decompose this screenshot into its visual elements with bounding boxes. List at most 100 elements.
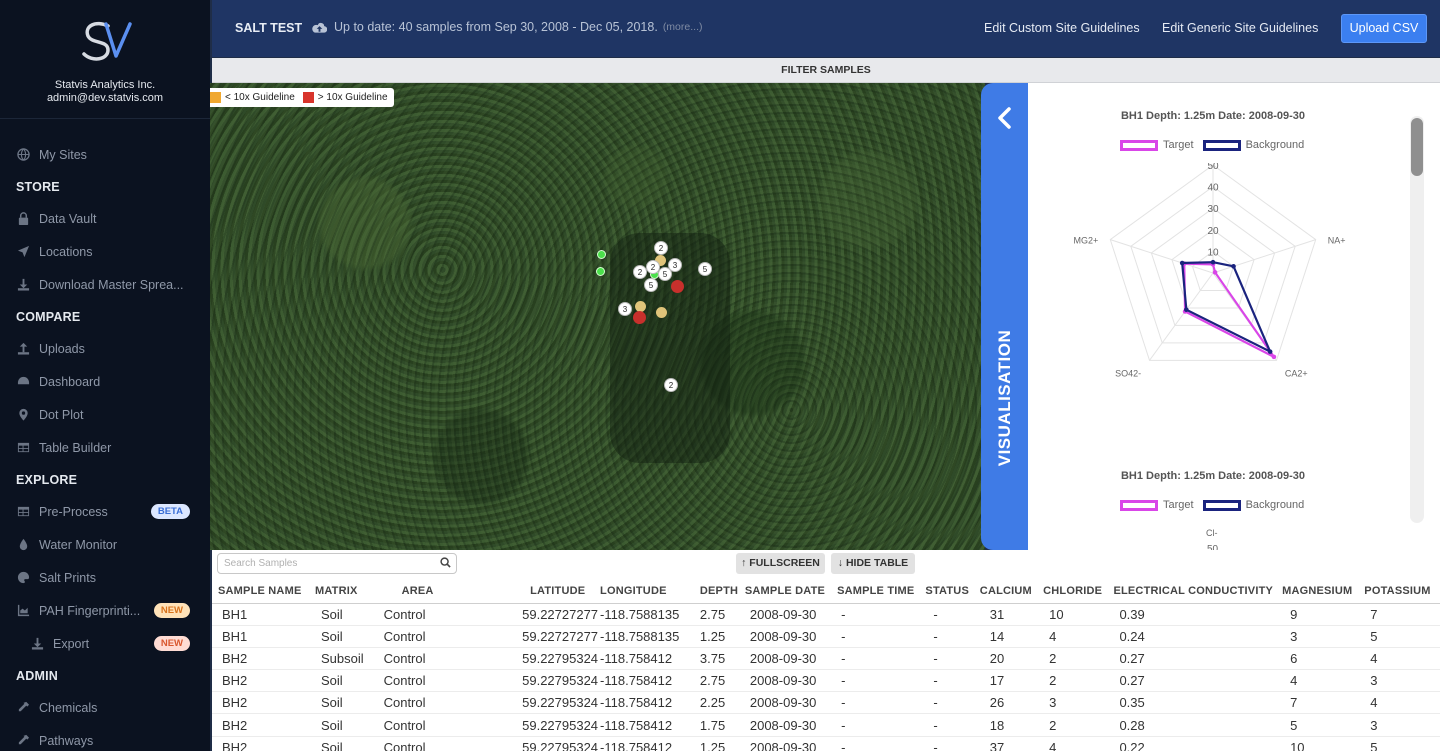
- radar-axis-label: MG2+: [1074, 236, 1099, 246]
- table-cell: 59.22727277: [470, 603, 599, 626]
- column-header[interactable]: POTASSIUM: [1364, 579, 1440, 604]
- new-badge: NEW: [153, 603, 190, 618]
- column-header[interactable]: MAGNESIUM: [1282, 579, 1365, 604]
- map-cluster-marker[interactable]: 3: [618, 302, 632, 316]
- scrollbar-track[interactable]: [1410, 116, 1424, 523]
- table-cell: -: [925, 691, 980, 715]
- hide-table-button[interactable]: ↓ HIDE TABLE: [831, 553, 915, 574]
- column-header[interactable]: CALCIUM: [979, 579, 1044, 604]
- table-cell: 4: [1282, 669, 1365, 693]
- column-header[interactable]: DEPTH: [693, 579, 745, 604]
- satellite-map[interactable]: < 10x Guideline > 10x Guideline 2 2 2 3 …: [210, 83, 985, 550]
- statvis-logo[interactable]: [78, 18, 134, 64]
- sidebar-item-my-sites[interactable]: My Sites: [0, 138, 210, 171]
- sidebar-item-download-master[interactable]: Download Master Sprea...: [0, 268, 210, 301]
- filter-samples-bar[interactable]: FILTER SAMPLES: [212, 58, 1440, 83]
- table-row[interactable]: BH1 Soil Control 59.22727277 -118.7588135 2.7…: [212, 603, 1440, 626]
- table-cell: 7: [1364, 603, 1440, 626]
- table-cell: 2: [1043, 669, 1114, 693]
- table-cell: Control: [379, 647, 471, 671]
- map-marker[interactable]: [597, 250, 606, 259]
- column-header[interactable]: SAMPLE NAME: [212, 579, 315, 604]
- sidebar-item-salt-prints[interactable]: Salt Prints: [0, 561, 210, 594]
- table-cell: 59.22795324: [470, 691, 599, 715]
- column-header[interactable]: LATITUDE: [470, 579, 599, 604]
- edit-custom-guidelines-link[interactable]: Edit Custom Site Guidelines: [984, 21, 1140, 35]
- water-drop-icon: [16, 538, 30, 552]
- sidebar-item-label: Dot Plot: [39, 407, 84, 422]
- sidebar-item-dot-plot[interactable]: Dot Plot: [0, 398, 210, 431]
- visualisation-tab[interactable]: VISUALISATION: [981, 83, 1028, 550]
- map-cluster-marker[interactable]: 5: [644, 278, 658, 292]
- table-cell: -: [925, 736, 980, 751]
- table-cell: -: [837, 736, 926, 751]
- sidebar-item-pathways[interactable]: Pathways: [0, 724, 210, 751]
- map-cluster-marker[interactable]: 5: [698, 262, 712, 276]
- column-header[interactable]: LONGITUDE: [598, 579, 694, 604]
- column-header[interactable]: STATUS: [925, 579, 980, 604]
- search-samples-input[interactable]: [217, 553, 457, 574]
- sidebar-item-chemicals[interactable]: Chemicals: [0, 691, 210, 724]
- location-arrow-icon: [16, 245, 30, 259]
- sidebar-item-uploads[interactable]: Uploads: [0, 332, 210, 365]
- table-cell: Subsoil: [314, 647, 380, 671]
- map-marker[interactable]: [671, 280, 684, 293]
- table-row[interactable]: BH1 Soil Control 59.22727277 -118.7588135 1.2…: [212, 625, 1440, 648]
- table-cell: 3: [1043, 691, 1114, 715]
- sidebar-item-pre-process[interactable]: Pre-Process BETA: [0, 495, 210, 528]
- table-cell: 0.27: [1113, 669, 1283, 693]
- table-cell: BH2: [212, 647, 315, 671]
- legend-swatch-target: [1120, 499, 1158, 511]
- section-heading-compare: COMPARE: [16, 309, 81, 324]
- sidebar-item-locations[interactable]: Locations: [0, 235, 210, 268]
- sidebar-item-pah-fingerprinting[interactable]: PAH Fingerprinti... NEW: [0, 594, 210, 627]
- map-cluster-marker[interactable]: 2: [664, 378, 678, 392]
- column-header[interactable]: AREA: [379, 579, 471, 604]
- fullscreen-button[interactable]: ↑ FULLSCREEN: [736, 553, 825, 574]
- table-row[interactable]: BH2 Soil Control 59.22795324 -118.758412 2.25…: [212, 691, 1440, 715]
- more-link[interactable]: (more...): [663, 21, 703, 33]
- table-row[interactable]: BH2 Soil Control 59.22795324 -118.758412 1.75…: [212, 713, 1440, 737]
- column-header[interactable]: SAMPLE DATE: [744, 579, 838, 604]
- sidebar-item-table-builder[interactable]: Table Builder: [0, 431, 210, 464]
- table-cell: 2.75: [693, 603, 745, 626]
- map-marker[interactable]: [633, 311, 646, 324]
- map-cluster-marker[interactable]: 2: [654, 241, 668, 255]
- column-header[interactable]: SAMPLE TIME: [837, 579, 926, 604]
- download-icon: [30, 637, 44, 651]
- map-marker[interactable]: [596, 267, 605, 276]
- table-cell: -: [925, 669, 980, 693]
- column-header[interactable]: ELECTRICAL CONDUCTIVITY: [1113, 579, 1283, 604]
- table-row[interactable]: BH2 Subsoil Control 59.22795324 -118.758412 3…: [212, 647, 1440, 671]
- legend-swatch-lt: [210, 92, 221, 103]
- table-cell: Soil: [314, 603, 380, 626]
- column-header[interactable]: CHLORIDE: [1043, 579, 1114, 604]
- visualisation-tab-label: VISUALISATION: [995, 329, 1014, 467]
- edit-generic-guidelines-link[interactable]: Edit Generic Site Guidelines: [1162, 21, 1318, 35]
- sidebar-item-data-vault[interactable]: Data Vault: [0, 202, 210, 235]
- column-header[interactable]: MATRIX: [314, 579, 380, 604]
- map-cluster-marker[interactable]: 2: [633, 265, 647, 279]
- map-cluster-marker[interactable]: 5: [658, 267, 672, 281]
- scrollbar-thumb[interactable]: [1411, 118, 1423, 176]
- table-row[interactable]: BH2 Soil Control 59.22795324 -118.758412 2.75…: [212, 669, 1440, 693]
- table-cell: 3.75: [693, 647, 745, 671]
- sidebar-item-export[interactable]: Export NEW: [0, 627, 210, 660]
- sidebar-item-label: Pre-Process: [39, 504, 108, 519]
- radar-point: [1210, 259, 1216, 265]
- chart-title: BH1 Depth: 1.25m Date: 2008-09-30: [1120, 470, 1306, 482]
- map-marker[interactable]: [656, 307, 667, 318]
- hide-table-label: HIDE TABLE: [845, 557, 909, 569]
- sidebar-item-water-monitor[interactable]: Water Monitor: [0, 528, 210, 561]
- chevron-left-icon[interactable]: [992, 105, 1018, 131]
- search-icon[interactable]: [440, 557, 451, 568]
- company-name: Statvis Analytics Inc.: [54, 79, 156, 91]
- radar-point: [1179, 260, 1185, 266]
- table-icon: [16, 441, 30, 455]
- table-cell: -: [925, 625, 980, 648]
- upload-csv-button[interactable]: Upload CSV: [1341, 14, 1427, 43]
- table-cell: 1.25: [693, 625, 745, 648]
- sidebar-item-dashboard[interactable]: Dashboard: [0, 365, 210, 398]
- table-row[interactable]: BH2 Soil Control 59.22795324 -118.758412 1.25…: [212, 736, 1440, 751]
- table-cell: 26: [979, 691, 1044, 715]
